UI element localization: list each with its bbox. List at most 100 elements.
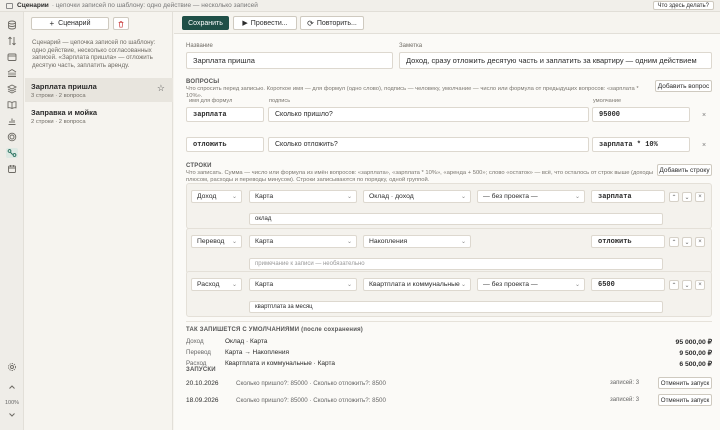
row-note-input[interactable]: квартплата за месяц: [249, 301, 663, 313]
chevron-down-icon: ⌄: [574, 282, 580, 288]
question-name-input[interactable]: зарплата: [186, 107, 264, 122]
question-caption-input[interactable]: Сколько отложить?: [268, 137, 589, 152]
question-default-input[interactable]: зарплата * 10%: [592, 137, 690, 152]
scenario-icon[interactable]: [6, 148, 18, 158]
bank-icon[interactable]: [6, 68, 18, 78]
run-count: записей: 3: [610, 380, 640, 386]
chevron-down-icon: ⌄: [460, 194, 466, 200]
add-scenario-button[interactable]: + Сценарий: [31, 17, 109, 30]
chevron-up-icon[interactable]: [6, 382, 18, 392]
run-date: 18.09.2026: [186, 397, 219, 404]
chevron-down-icon: ⌄: [346, 194, 352, 200]
star-icon[interactable]: ☆: [157, 83, 165, 94]
toolbar: Сохранить ▶ Провести... ⟳ Повторить...: [174, 12, 720, 34]
move-down-button[interactable]: ⌄: [682, 280, 692, 290]
cancel-run-button[interactable]: Отменить запуск: [658, 377, 712, 389]
questions-title: ВОПРОСЫ: [186, 79, 220, 85]
add-row-button[interactable]: Добавить строку: [657, 164, 712, 176]
row-note-input[interactable]: примечание к записи — необязательно: [249, 258, 663, 270]
book-icon[interactable]: [6, 100, 18, 110]
transfer-icon[interactable]: [6, 36, 18, 46]
summary-kind: Перевод: [186, 349, 211, 356]
chart-icon[interactable]: [6, 116, 18, 126]
row-amount-input[interactable]: 6500: [591, 278, 665, 291]
remove-row-button[interactable]: ×: [695, 192, 705, 202]
repeat-icon: ⟳: [307, 18, 314, 28]
scenario-sidebar: + Сценарий Сценарий — цепочка записей по …: [25, 12, 173, 430]
save-button[interactable]: Сохранить: [182, 16, 229, 30]
summary-amount: 9 500,00 ₽: [679, 350, 712, 357]
repeat-button[interactable]: ⟳ Повторить...: [300, 16, 364, 30]
name-input[interactable]: Зарплата пришла: [186, 52, 393, 69]
row-account-select[interactable]: Карта ⌄: [249, 278, 357, 291]
chevron-down-icon: ⌄: [460, 282, 466, 288]
row-amount-input[interactable]: отложить: [591, 235, 665, 248]
move-up-button[interactable]: ⌃: [669, 280, 679, 290]
play-icon: ▶: [242, 20, 248, 27]
close-icon[interactable]: ×: [698, 139, 710, 151]
move-down-button[interactable]: ⌄: [682, 192, 692, 202]
row-category-select[interactable]: Оклад · доход ⌄: [363, 190, 471, 203]
question-name-input[interactable]: отложить: [186, 137, 264, 152]
row-note-input[interactable]: оклад: [249, 213, 663, 225]
run-label: Провести...: [250, 19, 288, 27]
run-button[interactable]: ▶ Провести...: [233, 16, 297, 30]
row-type-select[interactable]: Перевод ⌄: [191, 235, 242, 248]
history-title: ЗАПУСКИ: [186, 367, 216, 373]
layers-icon[interactable]: [6, 84, 18, 94]
app-logo-icon: [6, 2, 13, 9]
questions-hint: Что спросить перед записью. Короткое имя…: [186, 86, 639, 100]
run-count: записей: 3: [610, 397, 640, 403]
chevron-down-icon: ⌄: [346, 239, 352, 245]
scenario-item[interactable]: Заправка и мойка 2 строки · 2 вопроса: [25, 104, 173, 128]
delete-scenario-button[interactable]: [113, 17, 129, 30]
row-amount-input[interactable]: зарплата: [591, 190, 665, 203]
question-default-input[interactable]: 95000: [592, 107, 690, 122]
move-down-button[interactable]: ⌄: [682, 237, 692, 247]
scenario-row: Перевод ⌄ Карта ⌄ Накопления ⌄ отложить ⌃ ⌄…: [186, 228, 712, 274]
plus-icon: +: [49, 19, 55, 28]
add-question-button[interactable]: Добавить вопрос: [655, 80, 712, 92]
row-account-select[interactable]: Карта ⌄: [249, 235, 357, 248]
row-type-select[interactable]: Доход ⌄: [191, 190, 242, 203]
scenario-meta: 3 строки · 2 вопроса: [31, 93, 86, 99]
remove-row-button[interactable]: ×: [695, 280, 705, 290]
chevron-down-icon: ⌄: [231, 282, 237, 288]
scenario-name: Заправка и мойка: [31, 108, 98, 117]
run-date: 20.10.2026: [186, 380, 219, 387]
row-category-select[interactable]: Накопления ⌄: [363, 235, 471, 248]
repeat-label: Повторить...: [316, 19, 357, 27]
note-input[interactable]: Доход, сразу отложить десятую часть и за…: [399, 52, 712, 69]
summary-amount: 95 000,00 ₽: [675, 339, 712, 346]
row-type-select[interactable]: Расход ⌄: [191, 278, 242, 291]
calendar-icon[interactable]: [6, 164, 18, 174]
row-project-select[interactable]: — без проекта — ⌄: [477, 190, 585, 203]
move-up-button[interactable]: ⌃: [669, 237, 679, 247]
chevron-down-icon: ⌄: [231, 194, 237, 200]
summary-what: Оклад · Карта: [225, 338, 268, 345]
col-name-header: имя для формул: [189, 98, 233, 104]
scenario-item[interactable]: Зарплата пришла 3 строки · 2 вопроса ☆: [25, 78, 173, 102]
row-project-select[interactable]: — без проекта — ⌄: [477, 278, 585, 291]
settings-icon[interactable]: [6, 362, 18, 372]
summary-kind: Доход: [186, 338, 204, 345]
row-category-select[interactable]: Квартплата и коммунальные ⌄: [363, 278, 471, 291]
cancel-run-button[interactable]: Отменить запуск: [658, 394, 712, 406]
remove-row-button[interactable]: ×: [695, 237, 705, 247]
run-answers: Сколько пришло?: 85000 · Сколько отложит…: [236, 397, 386, 404]
name-label: Название: [186, 43, 213, 49]
row-account-select[interactable]: Карта ⌄: [249, 190, 357, 203]
summary-what: Квартплата и коммунальные · Карта: [225, 360, 335, 367]
zoom-level: 100%: [4, 400, 20, 406]
help-button[interactable]: Что здесь делать?: [652, 1, 714, 10]
move-up-button[interactable]: ⌃: [669, 192, 679, 202]
target-icon[interactable]: [6, 132, 18, 142]
wallet-icon[interactable]: [6, 52, 18, 62]
add-scenario-label: Сценарий: [58, 20, 91, 27]
database-icon[interactable]: [6, 20, 18, 30]
summary-title: ТАК ЗАПИШЕТСЯ С УМОЛЧАНИЯМИ (после сохра…: [186, 327, 363, 333]
close-icon[interactable]: ×: [698, 109, 710, 121]
question-caption-input[interactable]: Сколько пришло?: [268, 107, 589, 122]
chevron-down-icon[interactable]: [6, 410, 18, 420]
scenario-row: Доход ⌄ Карта ⌄ Оклад · доход ⌄ — без проек…: [186, 183, 712, 229]
